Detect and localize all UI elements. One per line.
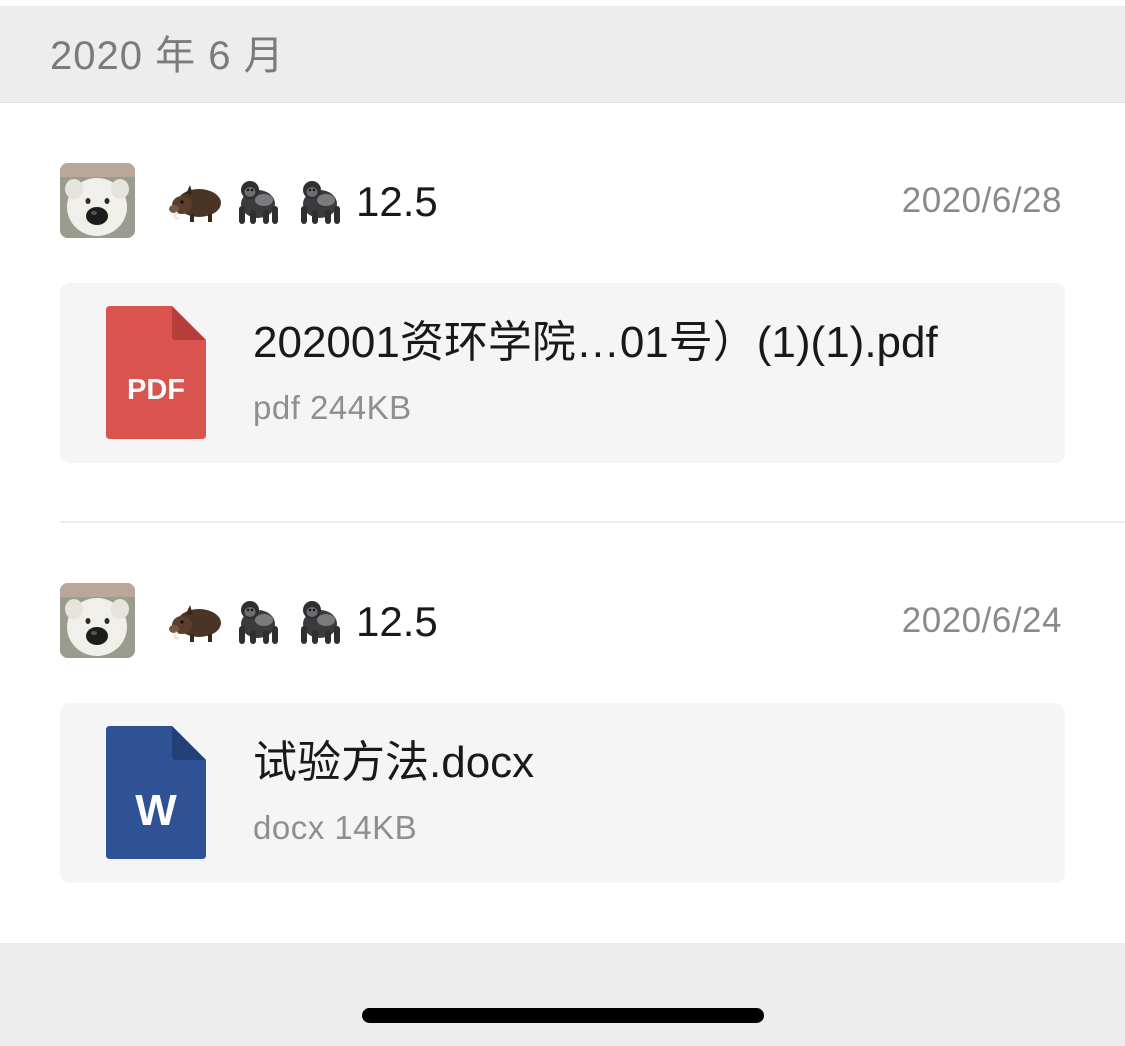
file-list: 12.5 2020/6/28 PDF 202001资环学院…01号）(1)(1)… <box>0 103 1125 943</box>
sender: 12.5 <box>168 596 438 648</box>
sender-name: 12.5 <box>356 598 438 645</box>
word-icon-label: W <box>135 786 177 835</box>
file-card[interactable]: W 试验方法.docx docx 14KB <box>60 703 1065 883</box>
avatar[interactable] <box>60 583 135 658</box>
boar-icon <box>168 596 224 648</box>
bottom-bar <box>0 943 1125 1046</box>
avatar[interactable] <box>60 163 135 238</box>
pdf-file-icon: PDF <box>106 306 206 439</box>
file-card[interactable]: PDF 202001资环学院…01号）(1)(1).pdf pdf 244KB <box>60 283 1065 463</box>
file-message-entry[interactable]: 12.5 2020/6/24 W 试验方法.docx docx 14KB <box>0 523 1125 943</box>
sender: 12.5 <box>168 176 438 228</box>
message-date: 2020/6/28 <box>901 181 1062 220</box>
gorilla-icon <box>292 176 348 228</box>
sender-name: 12.5 <box>356 178 438 225</box>
home-indicator[interactable] <box>362 1008 764 1023</box>
gorilla-icon <box>230 176 286 228</box>
word-file-icon: W <box>106 726 206 859</box>
pdf-icon-label: PDF <box>127 374 185 406</box>
gorilla-icon <box>230 596 286 648</box>
file-name: 202001资环学院…01号）(1)(1).pdf <box>253 318 938 367</box>
gorilla-icon <box>292 596 348 648</box>
boar-icon <box>168 176 224 228</box>
file-name: 试验方法.docx <box>253 738 535 787</box>
message-date: 2020/6/24 <box>901 601 1062 640</box>
file-message-entry[interactable]: 12.5 2020/6/28 PDF 202001资环学院…01号）(1)(1)… <box>0 103 1125 523</box>
file-meta: docx 14KB <box>253 809 418 846</box>
file-meta: pdf 244KB <box>253 389 412 426</box>
month-section-header: 2020 年 6 月 <box>0 6 1125 103</box>
month-label: 2020 年 6 月 <box>50 34 285 78</box>
